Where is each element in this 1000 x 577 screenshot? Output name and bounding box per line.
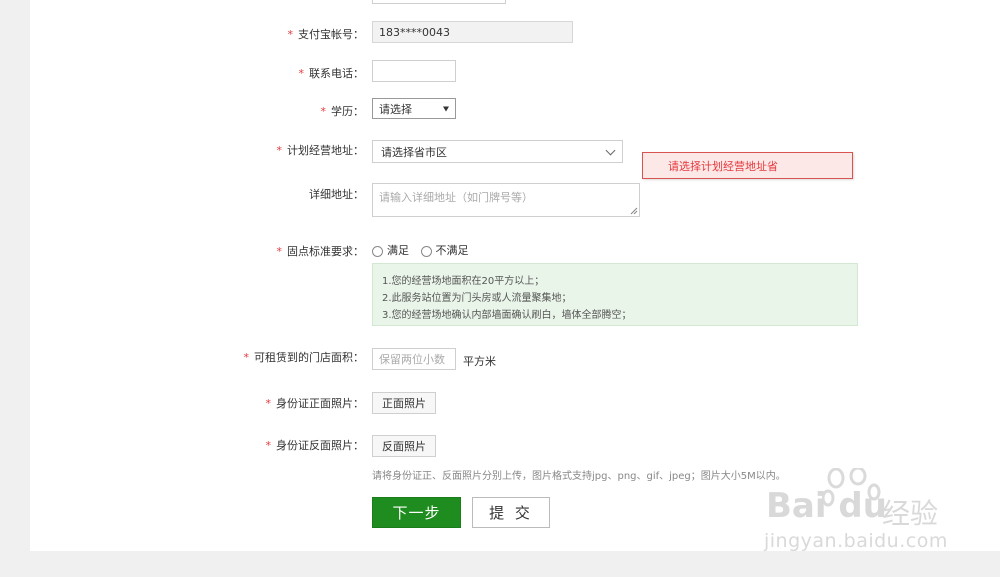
chevron-down-icon [605, 145, 616, 156]
alipay-field[interactable]: 183****0043 [372, 21, 573, 43]
standard-radio-group: 满足 不满足 [372, 242, 469, 258]
detail-address-placeholder: 请输入详细地址（如门牌号等） [379, 191, 533, 204]
watermark-logo-text: Bai du [766, 486, 887, 526]
phone-label: * 联系电话： [298, 67, 365, 80]
standard-label: * 固点标准要求： [276, 245, 365, 258]
required-mark: * [287, 28, 294, 41]
alipay-value: 183****0043 [379, 25, 450, 39]
radio-icon [420, 245, 432, 257]
id-back-label: * 身份证反面照片： [265, 439, 365, 452]
required-mark: * [276, 245, 283, 258]
notice-line: 2.此服务站位置为门头房或人流量聚集地； [382, 293, 572, 304]
detail-address-label: 详细地址： [309, 188, 364, 201]
upload-hint: 请将身份证正、反面照片分别上传，图片格式支持jpg、png、gif、jpeg；图… [372, 471, 786, 482]
education-select[interactable]: 请选择 [372, 98, 456, 119]
notice-line: 1.您的经营场地面积在20平方以上； [382, 276, 545, 287]
cutoff-select[interactable] [372, 0, 506, 4]
radio-satisfy[interactable]: 满足 [372, 244, 409, 257]
area-placeholder: 保留两位小数 [379, 353, 445, 366]
radio-icon [372, 245, 383, 257]
watermark-brand: 经验 [882, 497, 939, 530]
alipay-label: * 支付宝帐号： [287, 28, 365, 41]
address-select[interactable]: 请选择省市区 [372, 140, 623, 163]
required-mark: * [243, 351, 250, 364]
required-mark: * [265, 439, 272, 452]
id-front-label: * 身份证正面照片： [265, 397, 365, 410]
resize-handle-icon[interactable] [630, 207, 638, 215]
radio-not-satisfy[interactable]: 不满足 [420, 244, 469, 257]
required-mark: * [320, 105, 327, 118]
required-mark: * [265, 397, 272, 410]
detail-address-textarea[interactable]: 请输入详细地址（如门牌号等） [372, 183, 640, 217]
standard-notice: 1.您的经营场地面积在20平方以上； 2.此服务站位置为门头房或人流量聚集地； … [372, 263, 858, 326]
education-selected: 请选择 [379, 102, 412, 116]
notice-line: 3.您的经营场地确认内部墙面确认刷白，墙体全部腾空； [382, 310, 632, 321]
area-label: * 可租赁到的门店面积： [243, 351, 365, 364]
address-error-tooltip: 请选择计划经营地址省 [642, 152, 853, 179]
required-mark: * [276, 144, 283, 157]
next-step-button[interactable]: 下一步 [372, 497, 461, 528]
watermark-url: jingyan.baidu.com [764, 530, 948, 552]
area-unit: 平方米 [463, 355, 496, 368]
phone-field[interactable] [372, 60, 456, 82]
required-mark: * [298, 67, 305, 80]
education-label: * 学历： [320, 105, 365, 118]
id-back-upload-button[interactable]: 反面照片 [372, 435, 436, 457]
address-selected: 请选择省市区 [381, 145, 447, 159]
area-input[interactable]: 保留两位小数 [372, 348, 456, 370]
caret-down-icon [443, 106, 449, 111]
submit-button[interactable]: 提 交 [472, 497, 550, 528]
id-front-upload-button[interactable]: 正面照片 [372, 392, 436, 414]
address-label: * 计划经营地址： [276, 144, 365, 157]
